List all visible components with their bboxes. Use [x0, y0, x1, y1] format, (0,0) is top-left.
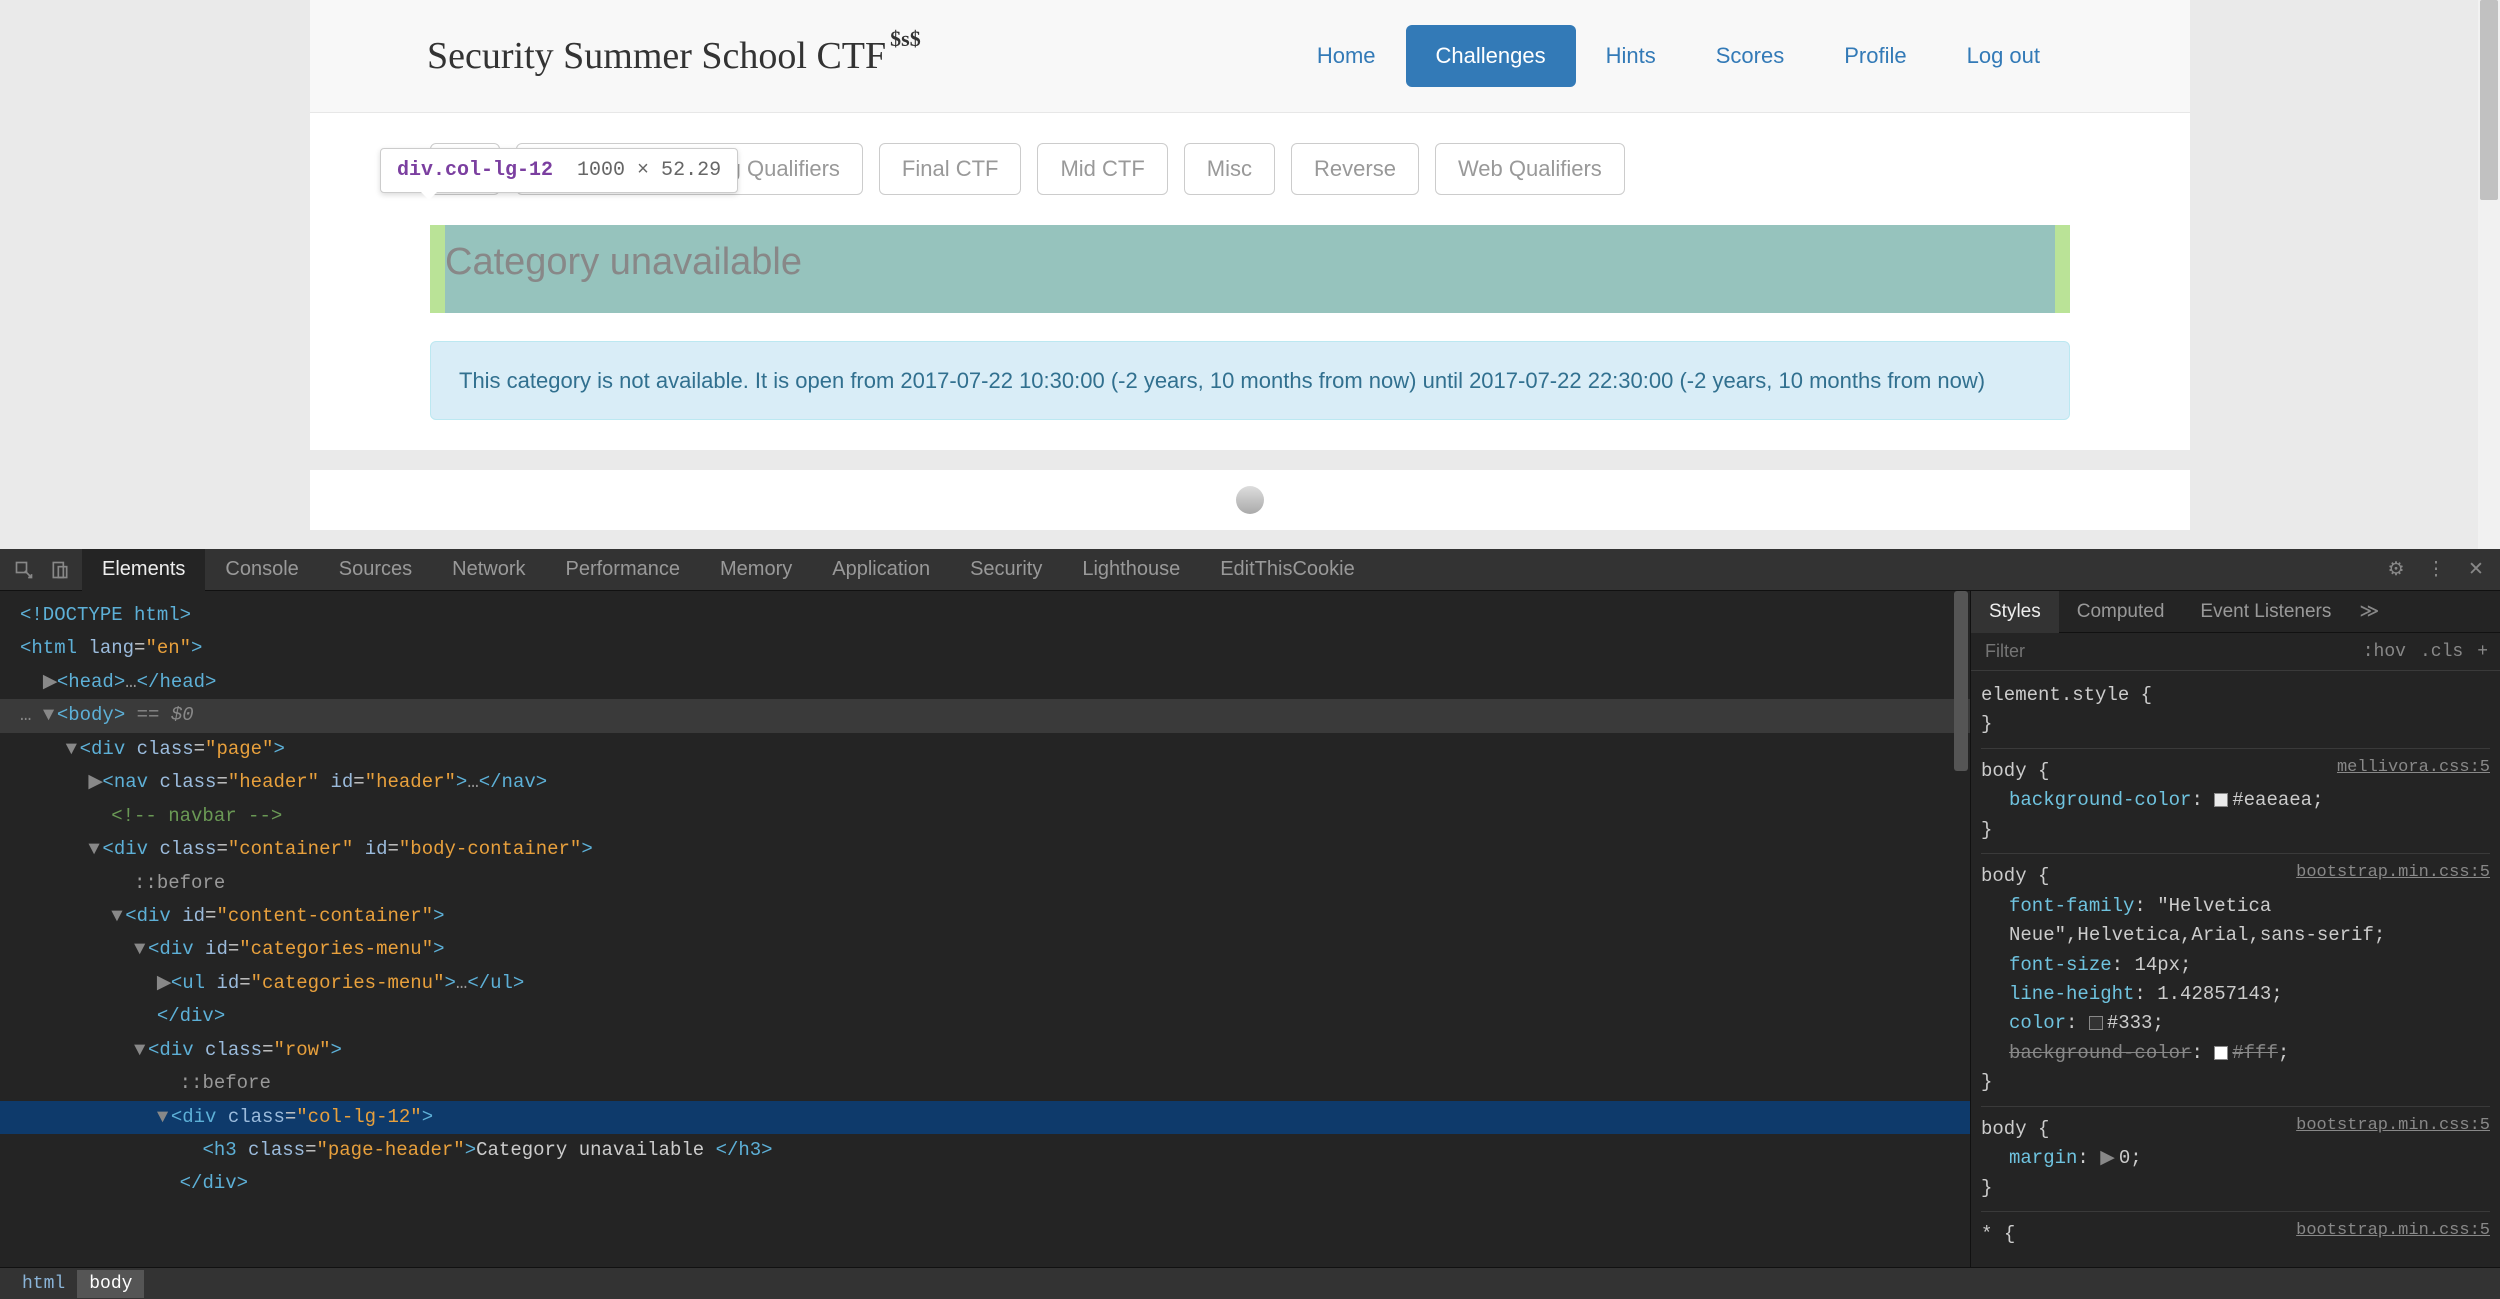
category-button[interactable]: Reverse: [1291, 143, 1419, 195]
dom-comment: <!-- navbar -->: [111, 805, 282, 827]
close-icon[interactable]: ✕: [2462, 558, 2490, 581]
footer-strip: [310, 470, 2190, 530]
dom-pseudo: ::before: [134, 872, 225, 894]
category-button[interactable]: Web Qualifiers: [1435, 143, 1625, 195]
rule-source-link[interactable]: bootstrap.min.css:5: [2296, 1113, 2490, 1139]
rule-body-bootstrap2[interactable]: bootstrap.min.css:5 body { margin: ▶0; }: [1981, 1111, 2490, 1212]
site-header: Security Summer School CTF $s$ Home Chal…: [310, 0, 2190, 113]
devtools: Elements Console Sources Network Perform…: [0, 549, 2500, 1299]
nav-scores[interactable]: Scores: [1686, 25, 1814, 87]
filter-add-button[interactable]: +: [2477, 642, 2488, 662]
dom-line-col[interactable]: ▼<div class="col-lg-12">: [0, 1101, 1970, 1134]
footer-logo-icon: [1236, 486, 1264, 514]
styles-tab-styles[interactable]: Styles: [1971, 591, 2059, 633]
settings-icon[interactable]: ⚙: [2382, 558, 2410, 581]
tab-sources[interactable]: Sources: [319, 548, 432, 591]
device-toolbar-icon[interactable]: [46, 556, 74, 584]
tab-performance[interactable]: Performance: [546, 548, 701, 591]
styles-tab-computed[interactable]: Computed: [2059, 591, 2183, 633]
styles-panel: Styles Computed Event Listeners ≫ :hov .…: [1970, 591, 2500, 1267]
page-scrollbar-thumb[interactable]: [2480, 0, 2498, 200]
tab-security[interactable]: Security: [950, 548, 1062, 591]
tab-lighthouse[interactable]: Lighthouse: [1062, 548, 1200, 591]
rule-star[interactable]: bootstrap.min.css:5 * {: [1981, 1216, 2490, 1257]
crumb-html[interactable]: html: [10, 1270, 77, 1298]
filter-cls-button[interactable]: .cls: [2420, 642, 2463, 662]
nav-logout[interactable]: Log out: [1937, 25, 2070, 87]
tooltip-selector: div.col-lg-12: [397, 159, 553, 182]
dom-line[interactable]: <!DOCTYPE html>: [20, 604, 191, 626]
color-swatch-icon[interactable]: [2214, 793, 2228, 807]
elements-panel[interactable]: <!DOCTYPE html> <html lang="en"> ▶<head>…: [0, 591, 1970, 1267]
tab-application[interactable]: Application: [812, 548, 950, 591]
brand-suffix: $s$: [890, 26, 921, 52]
dom-line-body[interactable]: … ▼<body> == $0: [0, 699, 1970, 732]
rule-body-mellivora[interactable]: mellivora.css:5 body { background-color:…: [1981, 753, 2490, 854]
elements-scrollbar-thumb[interactable]: [1954, 591, 1968, 771]
styles-filter-row: :hov .cls +: [1971, 633, 2500, 671]
styles-filter-input[interactable]: [1971, 641, 2363, 662]
rule-source-link[interactable]: bootstrap.min.css:5: [2296, 1218, 2490, 1244]
nav-challenges[interactable]: Challenges: [1406, 25, 1576, 87]
rule-body-bootstrap1[interactable]: bootstrap.min.css:5 body { font-family: …: [1981, 858, 2490, 1107]
rule-source-link[interactable]: mellivora.css:5: [2337, 755, 2490, 781]
category-button[interactable]: Mid CTF: [1037, 143, 1167, 195]
rule-source-link[interactable]: bootstrap.min.css:5: [2296, 860, 2490, 886]
category-button[interactable]: Misc: [1184, 143, 1275, 195]
main-nav: Home Challenges Hints Scores Profile Log…: [1287, 25, 2070, 87]
nav-profile[interactable]: Profile: [1814, 25, 1936, 87]
tab-elements[interactable]: Elements: [82, 548, 205, 591]
nav-hints[interactable]: Hints: [1576, 25, 1686, 87]
color-swatch-icon[interactable]: [2089, 1016, 2103, 1030]
more-icon[interactable]: ⋮: [2422, 558, 2450, 581]
styles-tabs: Styles Computed Event Listeners ≫: [1971, 591, 2500, 633]
tab-editthiscookie[interactable]: EditThisCookie: [1200, 548, 1375, 591]
inspect-element-icon[interactable]: [10, 556, 38, 584]
nav-home[interactable]: Home: [1287, 25, 1406, 87]
dom-breadcrumbs: html body: [0, 1267, 2500, 1299]
brand[interactable]: Security Summer School CTF $s$: [427, 34, 921, 78]
rule-element-style[interactable]: element.style { }: [1981, 677, 2490, 749]
inspect-tooltip: div.col-lg-12 1000 × 52.29: [380, 148, 738, 193]
page-header: Category unavailable: [445, 241, 802, 284]
category-button[interactable]: Final CTF: [879, 143, 1022, 195]
tab-console[interactable]: Console: [205, 548, 318, 591]
tab-memory[interactable]: Memory: [700, 548, 812, 591]
brand-title: Security Summer School CTF: [427, 34, 886, 78]
elements-scrollbar[interactable]: [1952, 591, 1970, 1267]
category-alert: This category is not available. It is op…: [430, 341, 2070, 420]
styles-more-icon[interactable]: ≫: [2349, 600, 2389, 623]
dom-pseudo: ::before: [180, 1072, 271, 1094]
styles-rules[interactable]: element.style { } mellivora.css:5 body {…: [1971, 671, 2500, 1267]
tooltip-dimensions: 1000 × 52.29: [577, 159, 721, 182]
inspected-highlight: Category unavailable: [430, 225, 2070, 313]
tab-network[interactable]: Network: [432, 548, 545, 591]
page-viewport: Security Summer School CTF $s$ Home Chal…: [0, 0, 2500, 549]
main-panel: Security Summer School CTF $s$ Home Chal…: [310, 0, 2190, 450]
crumb-body[interactable]: body: [77, 1270, 144, 1298]
color-swatch-icon[interactable]: [2214, 1046, 2228, 1060]
page-scrollbar[interactable]: [2478, 0, 2500, 549]
filter-hov-button[interactable]: :hov: [2363, 642, 2406, 662]
styles-tab-events[interactable]: Event Listeners: [2182, 591, 2349, 633]
devtools-tabs: Elements Console Sources Network Perform…: [0, 549, 2500, 591]
